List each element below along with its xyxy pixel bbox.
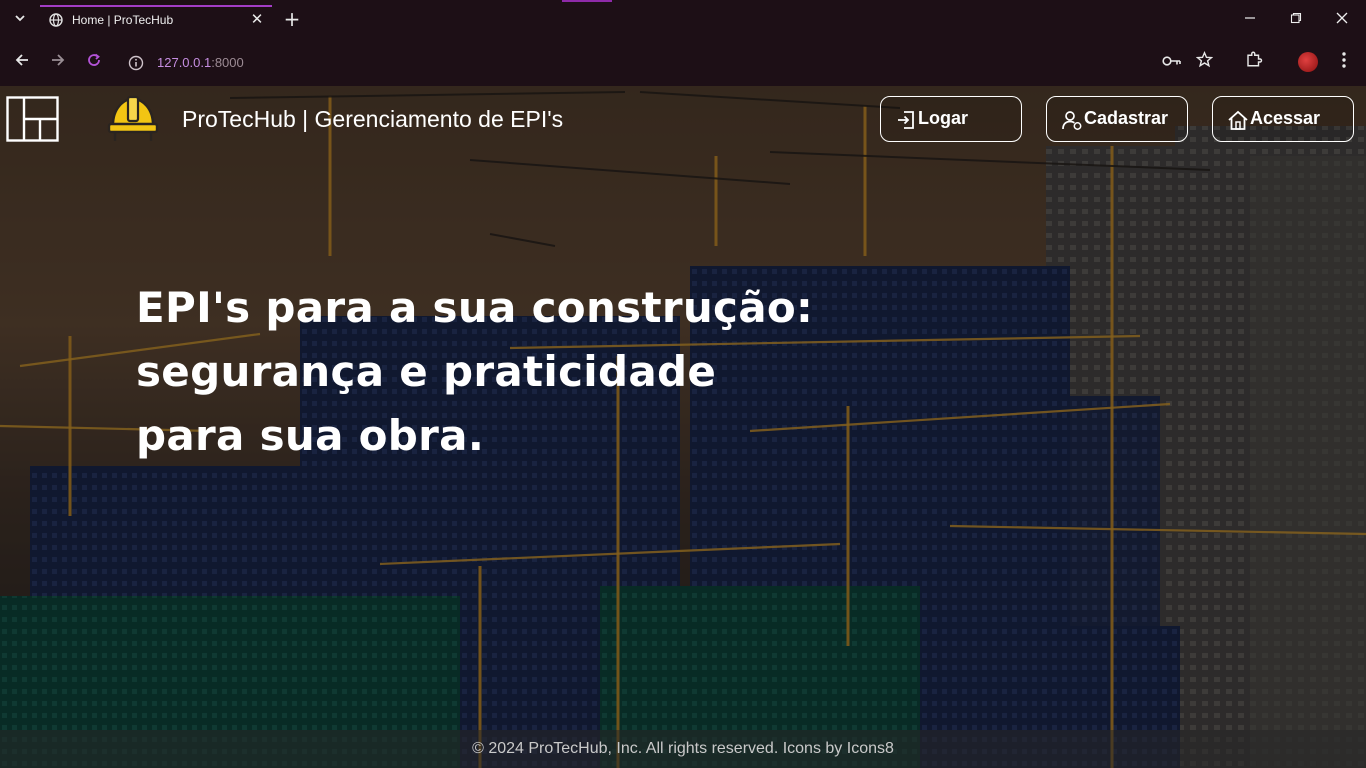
- access-button[interactable]: Acessar: [1212, 96, 1354, 142]
- info-icon[interactable]: [128, 55, 144, 71]
- hard-hat-icon: [107, 95, 159, 141]
- hero-line-1: EPI's para a sua construção:: [136, 283, 814, 332]
- login-button[interactable]: Logar: [880, 96, 1022, 142]
- url-host: 127.0.0.1: [157, 55, 212, 70]
- browser-tab[interactable]: Home | ProTecHub ✕: [40, 5, 272, 36]
- browser-toolbar: 127.0.0.1:8000: [0, 40, 1366, 86]
- hero-line-2: segurança e praticidade: [136, 347, 717, 396]
- tab-strip-accent: [562, 0, 612, 2]
- url-text: 127.0.0.1:8000: [157, 55, 244, 70]
- login-button-label: Logar: [918, 108, 969, 128]
- window-close-icon[interactable]: [1322, 6, 1362, 34]
- close-icon[interactable]: ✕: [248, 9, 266, 29]
- site-header: ProTecHub | Gerenciamento de EPI's Logar…: [0, 86, 1366, 150]
- new-tab-button[interactable]: +: [282, 8, 302, 30]
- layout-grid-icon[interactable]: [6, 96, 59, 142]
- page-viewport: ProTecHub | Gerenciamento de EPI's Logar…: [0, 86, 1366, 768]
- minimize-icon[interactable]: [1230, 6, 1270, 34]
- user-add-icon: [1062, 111, 1082, 130]
- browser-tab-strip: Home | ProTecHub ✕ +: [0, 0, 1366, 40]
- hero-heading: EPI's para a sua construção: segurança e…: [136, 276, 856, 468]
- puzzle-icon[interactable]: [1241, 50, 1267, 76]
- brand-title: ProTecHub | Gerenciamento de EPI's: [182, 106, 564, 132]
- profile-avatar[interactable]: [1298, 52, 1318, 72]
- kebab-menu-icon[interactable]: [1331, 50, 1357, 76]
- register-button[interactable]: Cadastrar: [1046, 96, 1188, 142]
- tab-loading-accent: [40, 5, 272, 7]
- url-port: :8000: [211, 55, 244, 70]
- chevron-down-icon[interactable]: [8, 8, 32, 32]
- restore-icon[interactable]: [1276, 6, 1316, 34]
- address-bar[interactable]: 127.0.0.1:8000: [120, 47, 1200, 79]
- reload-icon[interactable]: [81, 50, 107, 76]
- site-footer: © 2024 ProTecHub, Inc. All rights reserv…: [0, 730, 1366, 768]
- login-icon: [898, 111, 914, 129]
- arrow-right-icon[interactable]: [45, 50, 71, 76]
- footer-copyright: © 2024 ProTecHub, Inc. All rights reserv…: [472, 740, 894, 757]
- access-button-label: Acessar: [1250, 108, 1321, 128]
- arrow-left-icon[interactable]: [9, 50, 35, 76]
- star-icon[interactable]: [1191, 50, 1217, 76]
- hero-line-3: para sua obra.: [136, 411, 485, 460]
- tab-title: Home | ProTecHub: [72, 13, 174, 27]
- globe-icon: [49, 13, 63, 27]
- key-icon[interactable]: [1159, 50, 1185, 76]
- home-icon: [1228, 110, 1248, 130]
- register-button-label: Cadastrar: [1084, 108, 1169, 128]
